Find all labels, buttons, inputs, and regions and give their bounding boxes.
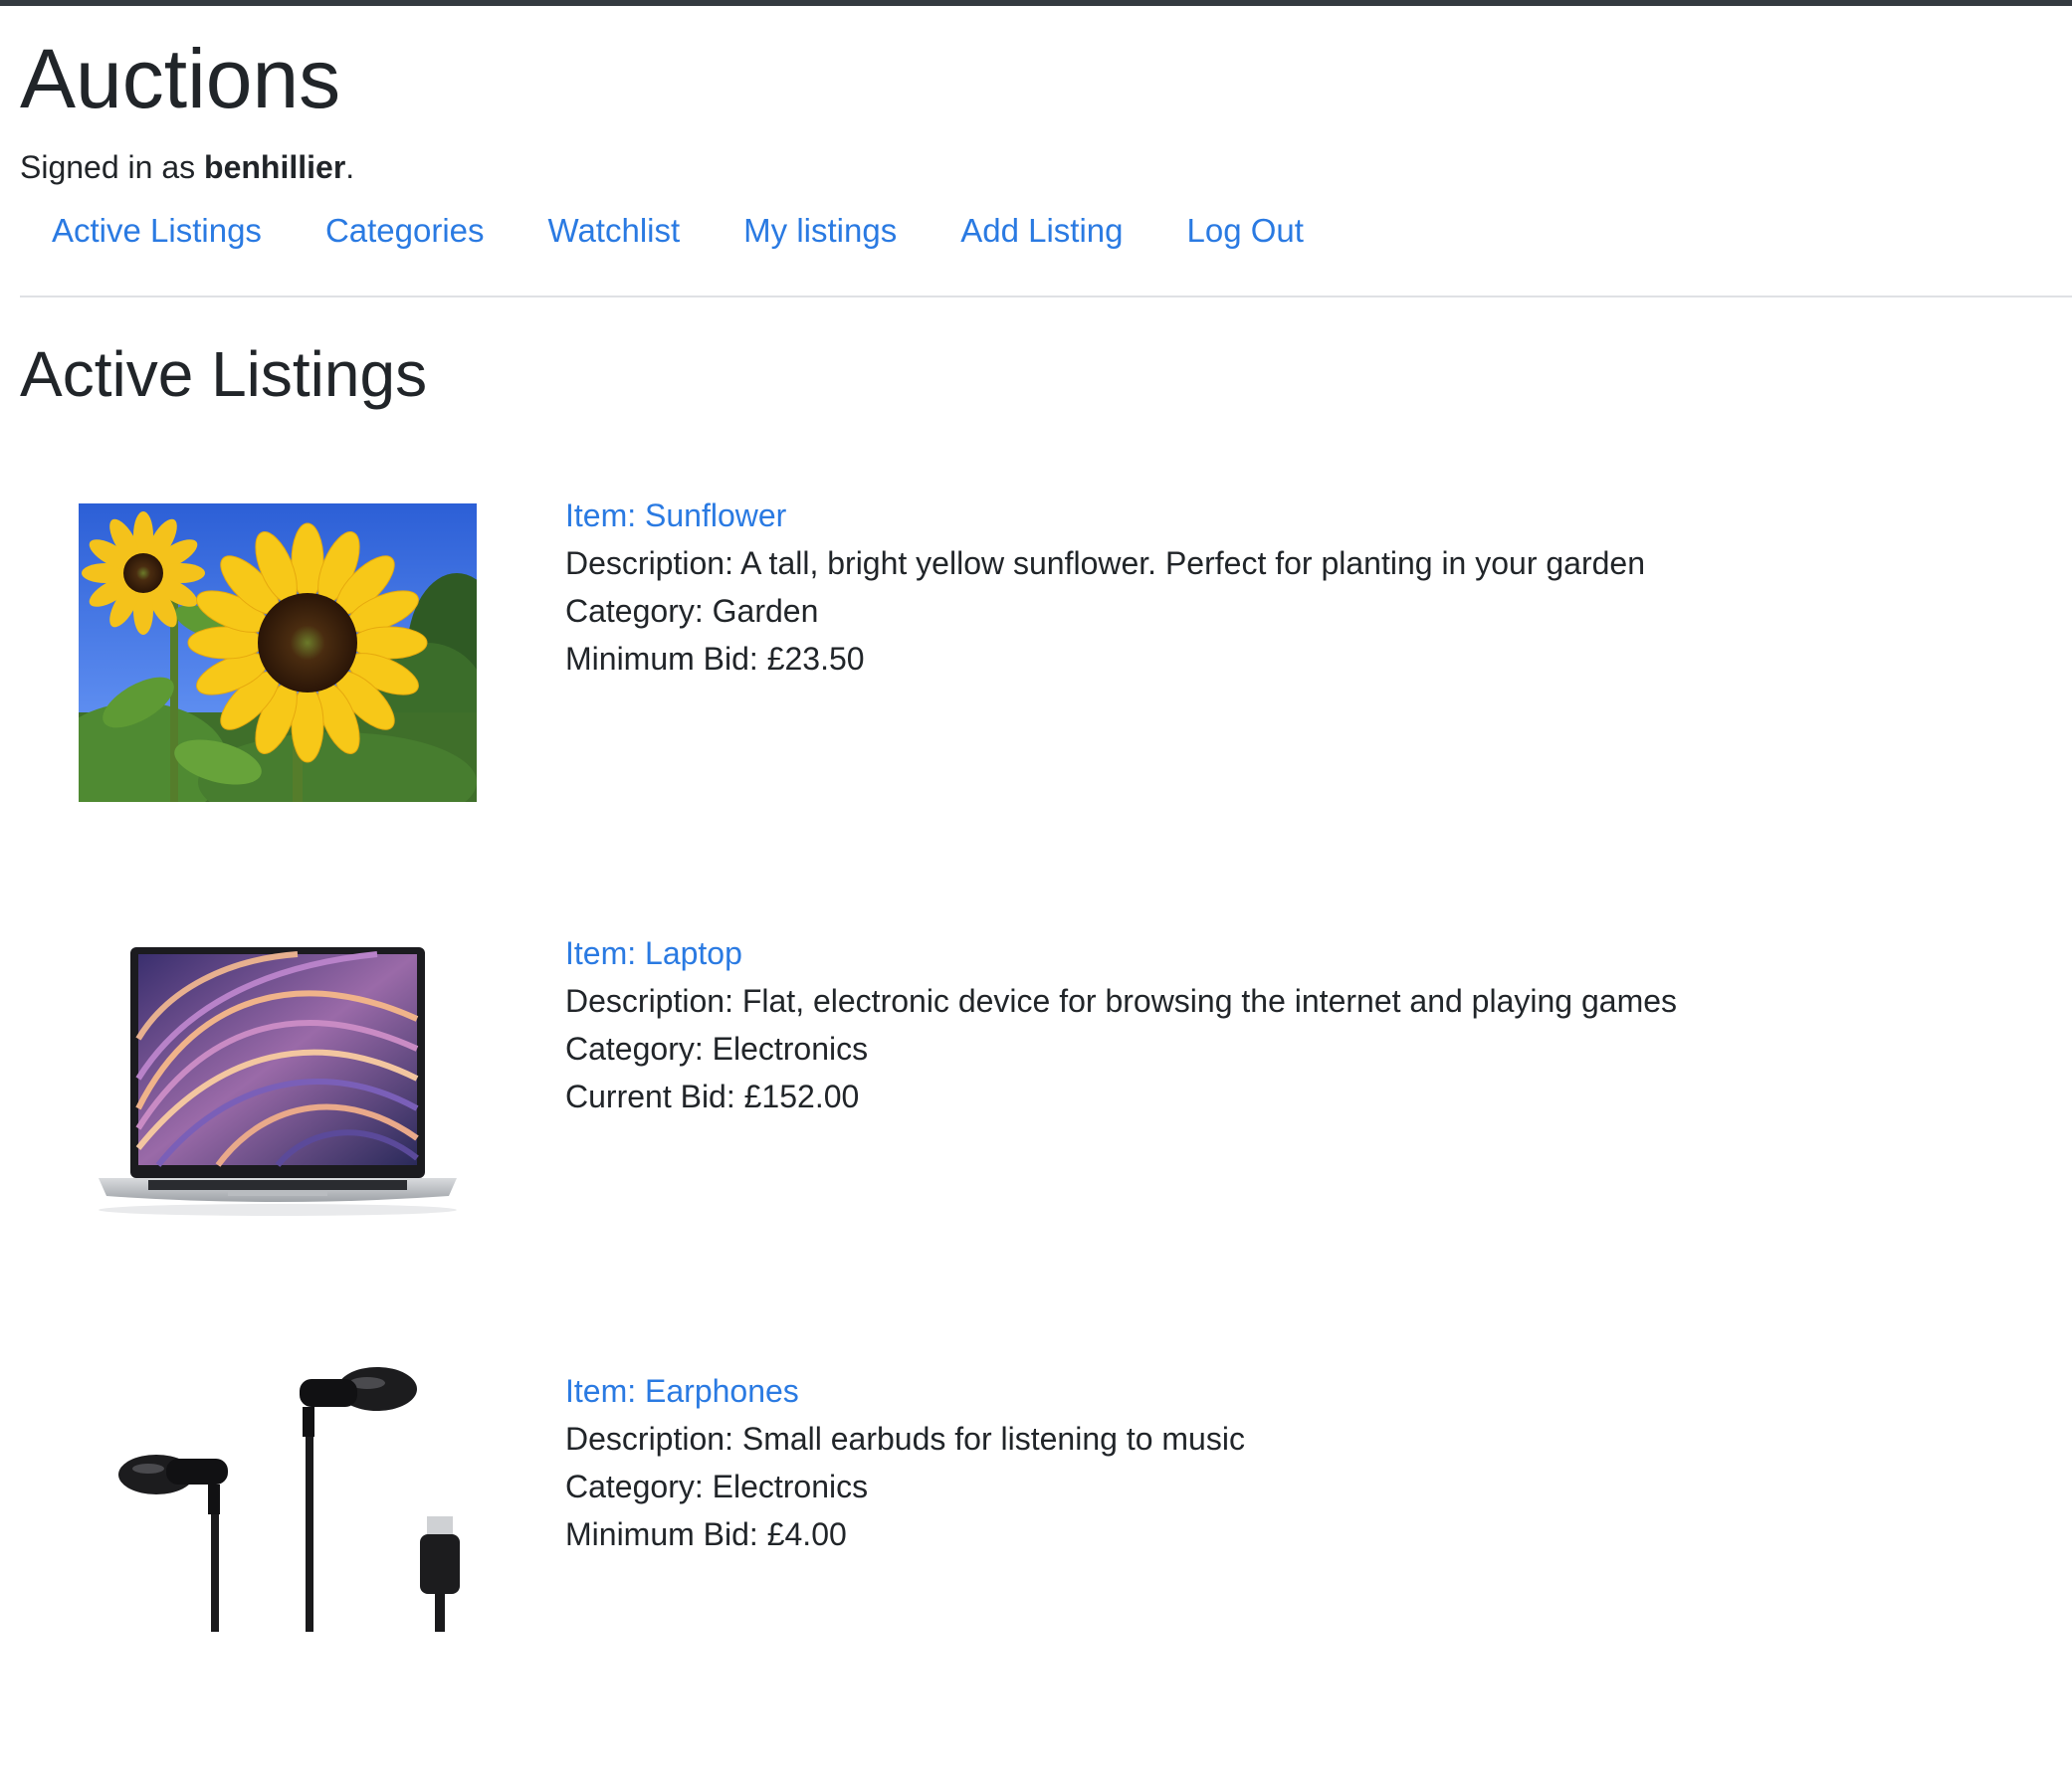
- laptop-photo: [99, 947, 457, 1216]
- listing-category: Category: Electronics: [565, 1469, 869, 1504]
- listing-bid: Current Bid: £152.00: [565, 1079, 860, 1114]
- listing-category: Category: Garden: [565, 593, 819, 629]
- signed-in-status: Signed in as benhillier.: [20, 143, 354, 191]
- nav-watchlist[interactable]: Watchlist: [517, 207, 713, 259]
- signed-in-suffix: .: [345, 149, 355, 185]
- earphones-photo: [118, 1367, 460, 1632]
- sunflower-image[interactable]: [79, 503, 477, 802]
- listing-item: Item: Sunflower Description: A tall, bri…: [20, 492, 2072, 909]
- listing-item: Item: Laptop Description: Flat, electron…: [20, 929, 2072, 1347]
- nav-my-listings[interactable]: My listings: [712, 207, 929, 259]
- username: benhillier: [204, 149, 346, 185]
- listing-info: Item: Sunflower Description: A tall, bri…: [565, 492, 1645, 683]
- laptop-image[interactable]: [79, 929, 477, 1228]
- listing-item: Item: Earphones Description: Small earbu…: [20, 1367, 2072, 1785]
- main-nav: Active Listings Categories Watchlist My …: [20, 207, 1336, 259]
- listing-info: Item: Laptop Description: Flat, electron…: [565, 929, 1677, 1120]
- page-title: Active Listings: [20, 338, 428, 410]
- listing-bid: Minimum Bid: £23.50: [565, 641, 865, 677]
- listing-title-link[interactable]: Item: Sunflower: [565, 492, 1645, 539]
- listing-title-link[interactable]: Item: Laptop: [565, 929, 1677, 977]
- listing-info: Item: Earphones Description: Small earbu…: [565, 1367, 1245, 1558]
- nav-add-listing[interactable]: Add Listing: [929, 207, 1154, 259]
- listing-category: Category: Electronics: [565, 1031, 869, 1067]
- earphones-image[interactable]: [79, 1367, 477, 1632]
- signed-in-prefix: Signed in as: [20, 149, 205, 185]
- nav-active-listings[interactable]: Active Listings: [20, 207, 294, 259]
- listing-description: Description: Flat, electronic device for…: [565, 983, 1678, 1019]
- nav-log-out[interactable]: Log Out: [1154, 207, 1335, 259]
- app-title: Auctions: [20, 32, 341, 125]
- listing-description: Description: A tall, bright yellow sunfl…: [565, 545, 1646, 581]
- listing-bid: Minimum Bid: £4.00: [565, 1516, 847, 1552]
- sunflower-photo: [79, 503, 477, 802]
- nav-categories[interactable]: Categories: [294, 207, 517, 259]
- listing-description: Description: Small earbuds for listening…: [565, 1421, 1245, 1457]
- listing-title-link[interactable]: Item: Earphones: [565, 1367, 1245, 1415]
- top-bar: [0, 0, 2072, 6]
- nav-divider: [20, 296, 2072, 298]
